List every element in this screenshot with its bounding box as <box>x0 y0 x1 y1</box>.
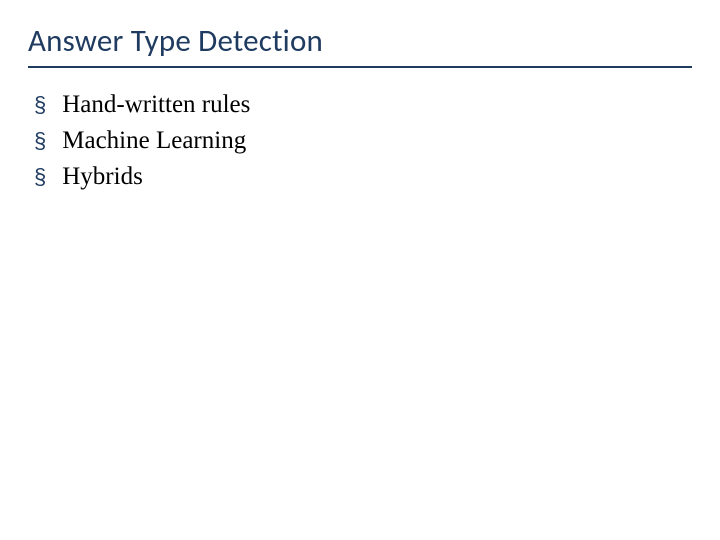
slide-title: Answer Type Detection <box>28 22 692 68</box>
list-item: § Hybrids <box>34 162 692 192</box>
bullet-icon: § <box>34 162 46 192</box>
bullet-icon: § <box>34 126 46 156</box>
bullet-text: Machine Learning <box>62 126 246 156</box>
bullet-icon: § <box>34 90 46 120</box>
slide: Answer Type Detection § Hand-written rul… <box>0 0 720 540</box>
list-item: § Machine Learning <box>34 126 692 156</box>
slide-body: § Hand-written rules § Machine Learning … <box>28 90 692 192</box>
bullet-text: Hybrids <box>62 162 143 192</box>
list-item: § Hand-written rules <box>34 90 692 120</box>
bullet-text: Hand-written rules <box>62 90 250 120</box>
